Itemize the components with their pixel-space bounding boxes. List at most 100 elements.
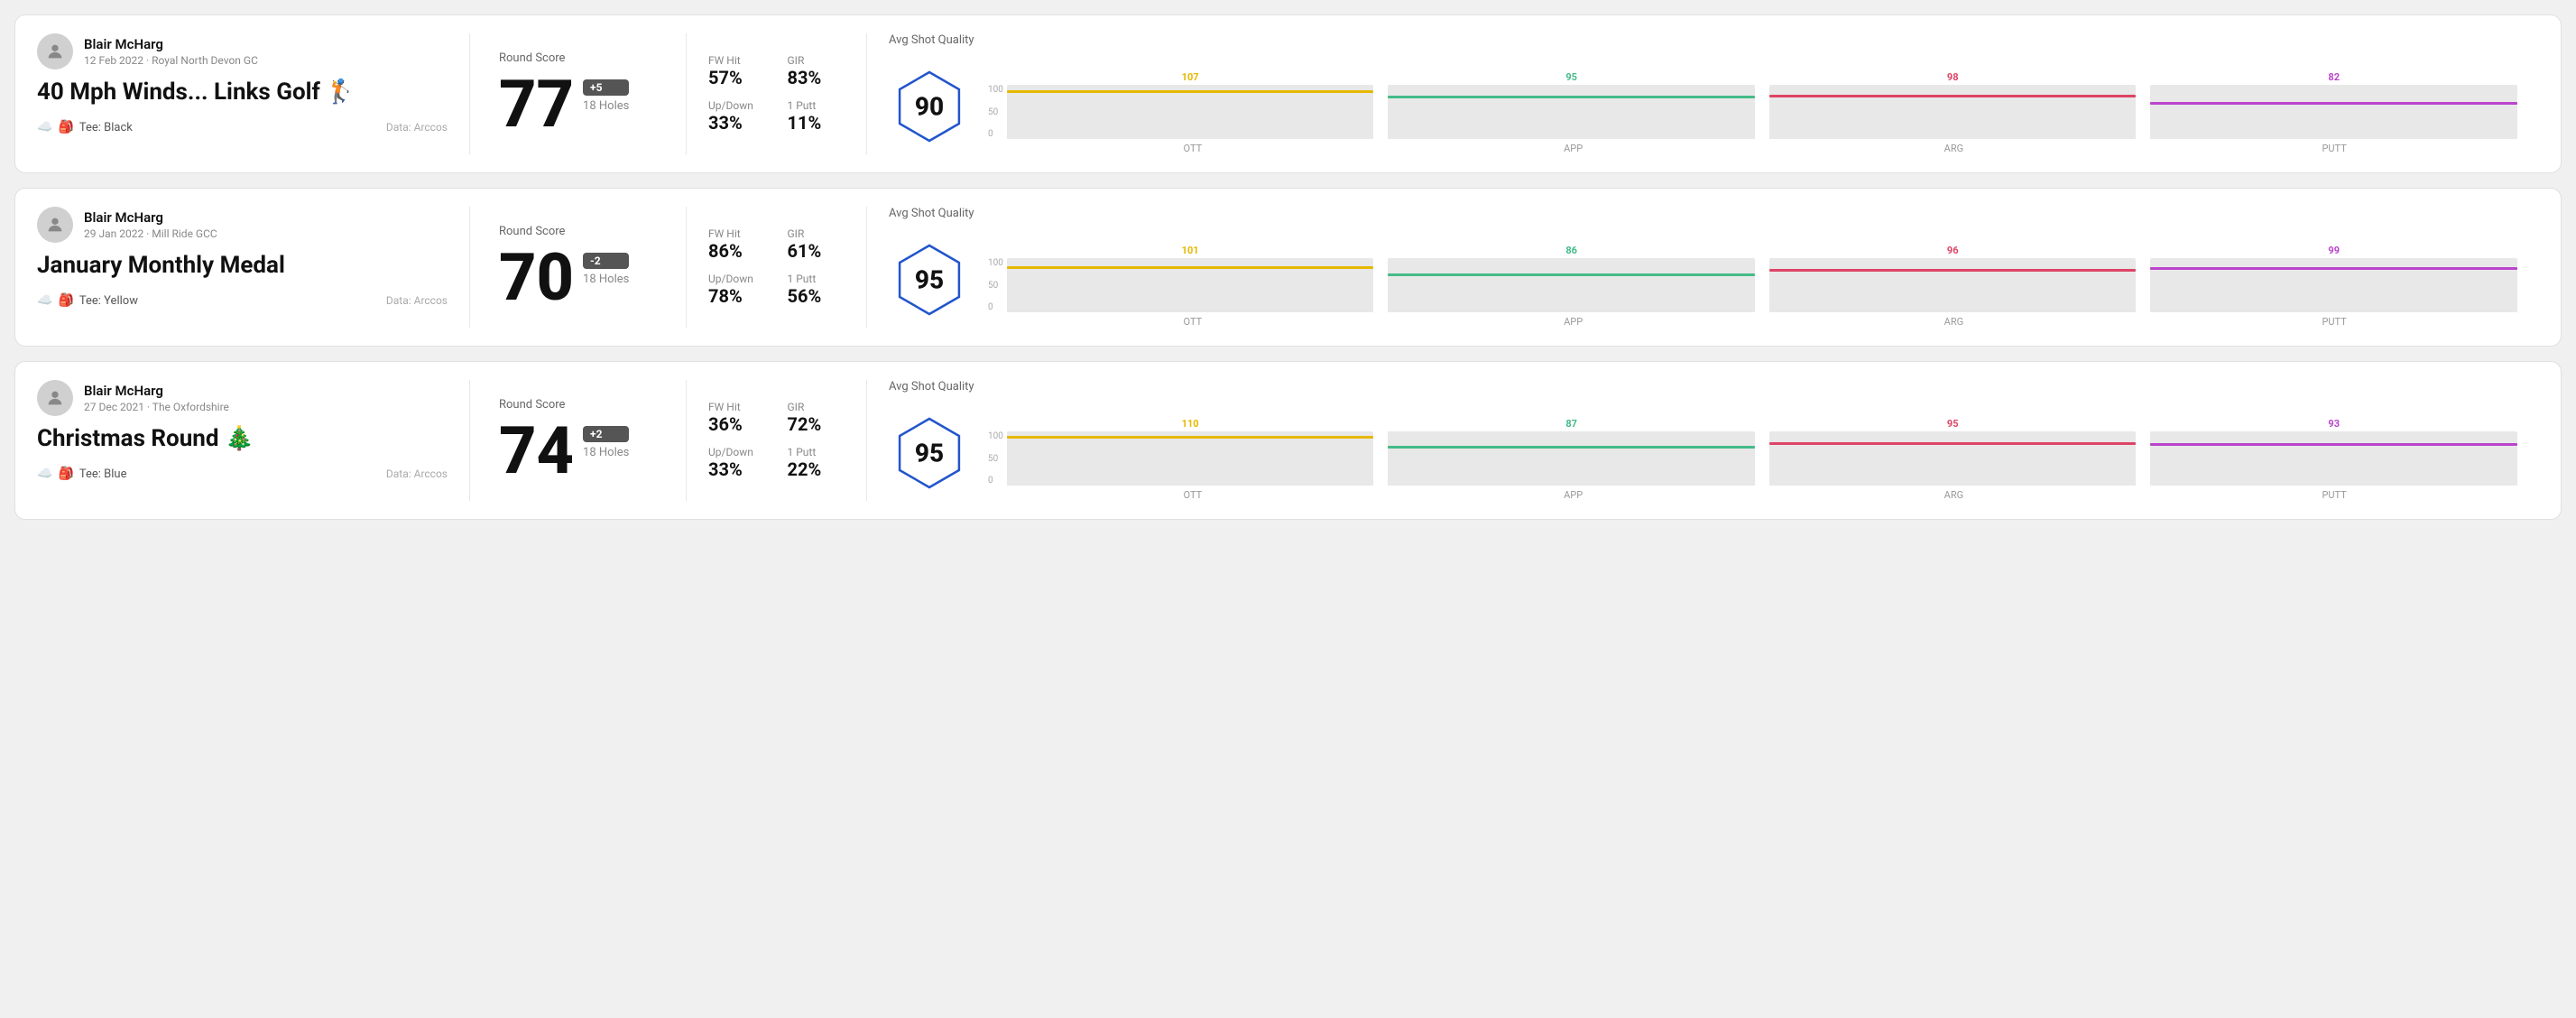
user-header: Blair McHarg 27 Dec 2021 · The Oxfordshi… — [37, 380, 448, 416]
user-header: Blair McHarg 29 Jan 2022 · Mill Ride GCC — [37, 207, 448, 243]
bar-group: 86 — [1388, 245, 1755, 312]
bar-wrapper — [1388, 85, 1755, 139]
bar-line — [1007, 436, 1374, 439]
bar-group: 101 — [1007, 245, 1374, 312]
bag-icon: 🎒 — [58, 120, 73, 134]
bar-value: 98 — [1947, 71, 1959, 83]
chart-x-label: OTT — [1010, 143, 1376, 154]
bar-group: 82 — [2150, 71, 2517, 139]
one-putt-value: 56% — [788, 285, 845, 307]
fw-hit-label: FW Hit — [708, 401, 766, 413]
bar-line — [1007, 90, 1374, 93]
score-details: +2 18 Holes — [583, 419, 629, 459]
bar-wrapper — [1007, 258, 1374, 312]
bar-fill — [1388, 96, 1755, 139]
shot-quality-section: Avg Shot Quality 95 100 50 0 110 — [867, 380, 2539, 501]
bar-line — [2150, 102, 2517, 105]
score-row: 77 +5 18 Holes — [499, 72, 657, 137]
round-score-label: Round Score — [499, 398, 657, 412]
data-source: Data: Arccos — [386, 467, 448, 480]
one-putt-label: 1 Putt — [788, 99, 845, 112]
tee-info: ☁️ 🎒 Tee: Yellow — [37, 293, 138, 308]
hexagon-container: 95 — [889, 412, 970, 494]
bar-value: 107 — [1182, 71, 1199, 83]
gir-value: 83% — [788, 67, 845, 88]
up-down-label: Up/Down — [708, 99, 766, 112]
big-score: 77 — [499, 72, 574, 137]
holes-text: 18 Holes — [583, 273, 629, 286]
bar-group: 95 — [1769, 418, 2137, 486]
bar-value: 99 — [2328, 245, 2340, 256]
score-section: Round Score 74 +2 18 Holes — [470, 380, 687, 501]
gir-stat: GIR 72% — [788, 401, 845, 435]
user-header: Blair McHarg 12 Feb 2022 · Royal North D… — [37, 33, 448, 69]
stats-grid: FW Hit 57% GIR 83% Up/Down 33% 1 Putt 11… — [708, 54, 845, 134]
score-details: -2 18 Holes — [583, 245, 629, 286]
fw-hit-stat: FW Hit 57% — [708, 54, 766, 88]
one-putt-stat: 1 Putt 22% — [788, 446, 845, 480]
bar-fill — [2150, 267, 2517, 312]
bar-line — [1388, 446, 1755, 449]
chart-x-label: PUTT — [2151, 316, 2517, 328]
date-course: 12 Feb 2022 · Royal North Devon GC — [84, 54, 258, 67]
shot-quality-label: Avg Shot Quality — [889, 33, 2517, 47]
stats-grid: FW Hit 86% GIR 61% Up/Down 78% 1 Putt 56… — [708, 227, 845, 307]
shot-quality-section: Avg Shot Quality 90 100 50 0 107 — [867, 33, 2539, 154]
bar-group: 107 — [1007, 71, 1374, 139]
y-axis-labels: 100 50 0 — [988, 258, 1003, 312]
up-down-value: 33% — [708, 458, 766, 480]
bar-line — [2150, 267, 2517, 270]
round-title: 40 Mph Winds... Links Golf 🏌️ — [37, 79, 448, 106]
one-putt-label: 1 Putt — [788, 446, 845, 458]
bar-wrapper — [1007, 431, 1374, 486]
chart-x-label: OTT — [1010, 316, 1376, 328]
bar-fill — [2150, 102, 2517, 139]
bar-chart: 100 50 0 101 86 — [988, 231, 2517, 328]
bar-wrapper — [2150, 85, 2517, 139]
bar-wrapper — [1769, 85, 2137, 139]
one-putt-value: 22% — [788, 458, 845, 480]
one-putt-label: 1 Putt — [788, 273, 845, 285]
chart-x-label: ARG — [1771, 489, 2137, 501]
bar-value: 87 — [1565, 418, 1577, 430]
bar-wrapper — [1388, 258, 1755, 312]
quality-row: 95 100 50 0 101 86 — [889, 231, 2517, 328]
one-putt-stat: 1 Putt 11% — [788, 99, 845, 134]
holes-text: 18 Holes — [583, 446, 629, 459]
date-course: 27 Dec 2021 · The Oxfordshire — [84, 401, 229, 413]
bar-wrapper — [1007, 85, 1374, 139]
bar-wrapper — [2150, 431, 2517, 486]
chart-bars: 110 87 95 93 — [1007, 404, 2517, 486]
hex-score: 95 — [915, 264, 944, 294]
y-axis-labels: 100 50 0 — [988, 431, 1003, 486]
bar-fill — [1769, 269, 2137, 312]
bar-group: 98 — [1769, 71, 2137, 139]
tee-label: Tee: Blue — [79, 467, 127, 481]
tee-label: Tee: Black — [79, 121, 133, 134]
avatar — [37, 207, 73, 243]
user-info: Blair McHarg 27 Dec 2021 · The Oxfordshi… — [84, 383, 229, 413]
bar-group: 87 — [1388, 418, 1755, 486]
bar-value: 96 — [1947, 245, 1959, 256]
up-down-stat: Up/Down 33% — [708, 99, 766, 134]
shot-quality-label: Avg Shot Quality — [889, 380, 2517, 393]
bar-value: 86 — [1565, 245, 1577, 256]
person-icon — [45, 215, 65, 235]
weather-icon: ☁️ — [37, 467, 52, 481]
bar-fill — [1007, 266, 1374, 312]
bar-fill — [1769, 95, 2137, 139]
bar-line — [1769, 442, 2137, 445]
up-down-value: 78% — [708, 285, 766, 307]
chart-x-label: APP — [1390, 489, 1757, 501]
up-down-label: Up/Down — [708, 446, 766, 458]
bar-value: 101 — [1182, 245, 1199, 256]
bar-chart: 100 50 0 110 87 — [988, 404, 2517, 501]
fw-hit-value: 57% — [708, 67, 766, 88]
y-axis-labels: 100 50 0 — [988, 85, 1003, 139]
score-row: 74 +2 18 Holes — [499, 419, 657, 484]
bar-wrapper — [1769, 431, 2137, 486]
bar-wrapper — [1769, 258, 2137, 312]
fw-hit-value: 86% — [708, 240, 766, 262]
chart-bars: 107 95 98 82 — [1007, 58, 2517, 139]
data-source: Data: Arccos — [386, 294, 448, 307]
